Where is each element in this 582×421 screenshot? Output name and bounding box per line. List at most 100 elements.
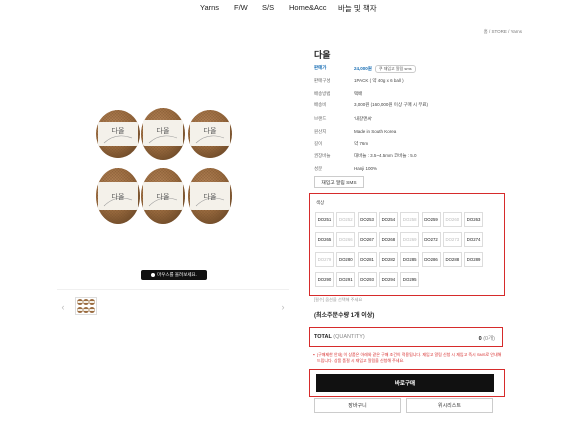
info-value-text: Hanji 100% <box>354 166 378 171</box>
color-swatch-do252[interactable]: DO252 <box>336 212 356 227</box>
color-swatch-do254[interactable]: DO254 <box>378 212 398 227</box>
color-swatch-do269[interactable]: DO269 <box>400 232 420 247</box>
top-navigation: Yarns F/W S/S Home&Acc 바늘 및 책자 <box>0 3 582 17</box>
color-swatch-do295[interactable]: DO295 <box>400 272 420 287</box>
nav-item-needles-books[interactable]: 바늘 및 책자 <box>338 3 377 14</box>
svg-text:다올: 다올 <box>204 192 217 201</box>
total-value: 0 (0개) <box>450 334 495 342</box>
info-label: 원산지 <box>314 129 327 134</box>
breadcrumb[interactable]: 홈 / STORE / Yarns <box>440 29 522 35</box>
color-swatch-do272[interactable]: DO272 <box>421 232 441 247</box>
wishlist-button[interactable]: 위시리스트 <box>406 398 493 413</box>
zoom-icon <box>151 273 156 277</box>
color-swatch-do280[interactable]: DO280 <box>336 252 356 267</box>
info-value-text: 3,000원 (160,000원 이상 구매 시 무료) <box>354 102 429 107</box>
info-value: '내갈앤씨' <box>354 116 372 122</box>
purchase-notice: [구매제한 안내] 이 상품은 아래와 같은 구매 조건이 적용됩니다. 재입고… <box>317 352 502 363</box>
info-row: 판매구성 1PACK ( 약 40g x 6 ball ) <box>314 78 504 86</box>
warning-icon: ▪ <box>313 352 315 357</box>
color-swatch-do273[interactable]: DO273 <box>442 232 462 247</box>
info-value-text: 1PACK ( 약 40g x 6 ball ) <box>354 78 404 83</box>
thumbnail-gallery: ‹ › <box>57 289 289 323</box>
total-count: (0개) <box>483 336 495 342</box>
info-value-text: 약 76m <box>354 141 369 146</box>
info-label: 배송방법 <box>314 91 331 96</box>
thumbnail-image[interactable] <box>75 297 97 315</box>
info-label: 판매가 <box>314 65 327 70</box>
info-label: 길이 <box>314 141 323 146</box>
yarn-ball-group <box>96 108 232 224</box>
color-swatch-do286[interactable]: DO286 <box>421 252 441 267</box>
chevron-left-icon[interactable]: ‹ <box>59 300 67 314</box>
restock-sms-button[interactable]: 재입고 알림 SMS <box>314 176 364 188</box>
color-swatch-do258[interactable]: DO258 <box>400 212 420 227</box>
info-value-text: '내갈앤씨' <box>354 116 373 121</box>
info-row: 판매가 24,000원 쿠 재입고 알림 sms <box>314 65 504 73</box>
info-row: 성분 Hanji 100% <box>314 166 504 174</box>
info-value-text: 대바늘 : 3.5~4.5mm 코바늘 : 5.0 <box>354 153 417 158</box>
nav-item-ss[interactable]: S/S <box>262 3 274 12</box>
color-swatch-do260[interactable]: DO260 <box>442 212 462 227</box>
svg-text:다올: 다올 <box>112 126 125 135</box>
info-value-text: 택배 <box>354 91 363 96</box>
info-value: Made in South Korea <box>354 129 396 134</box>
info-row: 배송비 3,000원 (160,000원 이상 구매 시 무료) <box>314 102 504 110</box>
nav-item-yarns[interactable]: Yarns <box>200 3 219 12</box>
info-row: 길이 약 76m <box>314 141 504 149</box>
total-label-text: TOTAL <box>314 334 332 340</box>
info-value: 대바늘 : 3.5~4.5mm 코바늘 : 5.0 <box>354 153 416 159</box>
info-value: 24,000원 쿠 재입고 알림 sms <box>354 65 416 73</box>
add-to-cart-button[interactable]: 장바구니 <box>314 398 401 413</box>
color-swatch-do290[interactable]: DO290 <box>315 272 334 287</box>
info-row: 배송방법 택배 <box>314 91 504 99</box>
info-value: 3,000원 (160,000원 이상 구매 시 무료) <box>354 102 428 108</box>
total-quantity-label: (QUANTITY) <box>333 334 365 340</box>
nav-item-home-acc[interactable]: Home&Acc <box>289 3 327 12</box>
color-swatch-do251[interactable]: DO251 <box>315 212 334 227</box>
product-image: 다올 다올 다올 다올 다올 다올 <box>96 108 232 224</box>
color-swatch-do265[interactable]: DO265 <box>315 232 334 247</box>
color-swatch-do282[interactable]: DO282 <box>378 252 398 267</box>
total-amount: 0 <box>478 336 482 342</box>
svg-text:다올: 다올 <box>157 126 170 135</box>
color-swatch-do281[interactable]: DO281 <box>357 252 377 267</box>
color-swatch-do266[interactable]: DO266 <box>336 232 356 247</box>
info-label: 판매구성 <box>314 78 331 83</box>
nav-item-fw[interactable]: F/W <box>234 3 248 12</box>
option-required-note: [필수] 옵션을 선택해 주세요 <box>314 297 363 302</box>
color-swatch-do293[interactable]: DO293 <box>357 272 377 287</box>
color-swatch-do267[interactable]: DO267 <box>357 232 377 247</box>
zoom-hint[interactable]: 마우스를 올려보세요. <box>141 270 207 280</box>
info-value-text: Made in South Korea <box>354 129 397 134</box>
color-swatch-do294[interactable]: DO294 <box>378 272 398 287</box>
chevron-right-icon[interactable]: › <box>279 300 287 314</box>
color-swatch-do274[interactable]: DO274 <box>464 232 484 247</box>
info-value: Hanji 100% <box>354 166 377 171</box>
zoom-hint-label: 마우스를 올려보세요. <box>157 272 197 277</box>
info-label: 성분 <box>314 166 323 171</box>
coupon-badge[interactable]: 쿠 재입고 알림 sms <box>374 65 416 73</box>
info-label: 배송비 <box>314 102 327 107</box>
color-swatch-do259[interactable]: DO259 <box>421 212 441 227</box>
info-value: 약 76m <box>354 141 368 147</box>
info-row: 원산지 Made in South Korea <box>314 129 504 137</box>
color-swatch-do253[interactable]: DO253 <box>357 212 377 227</box>
color-swatch-do291[interactable]: DO291 <box>336 272 356 287</box>
info-value: 택배 <box>354 91 362 97</box>
info-label: 권장바늘 <box>314 153 331 158</box>
info-value: 1PACK ( 약 40g x 6 ball ) <box>354 78 404 84</box>
color-swatch-do279[interactable]: DO279 <box>315 252 334 267</box>
color-swatch-do268[interactable]: DO268 <box>378 232 398 247</box>
buy-now-button[interactable]: 바로구매 <box>316 374 494 392</box>
svg-text:다올: 다올 <box>204 126 217 135</box>
color-swatch-do289[interactable]: DO289 <box>464 252 484 267</box>
info-row: 브랜드 '내갈앤씨' <box>314 116 504 124</box>
color-swatch-do263[interactable]: DO263 <box>464 212 484 227</box>
svg-text:다올: 다올 <box>157 192 170 201</box>
color-swatch-do288[interactable]: DO288 <box>442 252 462 267</box>
total-label: TOTAL (QUANTITY) <box>314 334 365 340</box>
info-row: 권장바늘 대바늘 : 3.5~4.5mm 코바늘 : 5.0 <box>314 153 504 161</box>
product-title: 다올 <box>314 50 331 60</box>
color-swatch-do285[interactable]: DO285 <box>400 252 420 267</box>
thumbnail-yarn-icon <box>77 299 95 313</box>
